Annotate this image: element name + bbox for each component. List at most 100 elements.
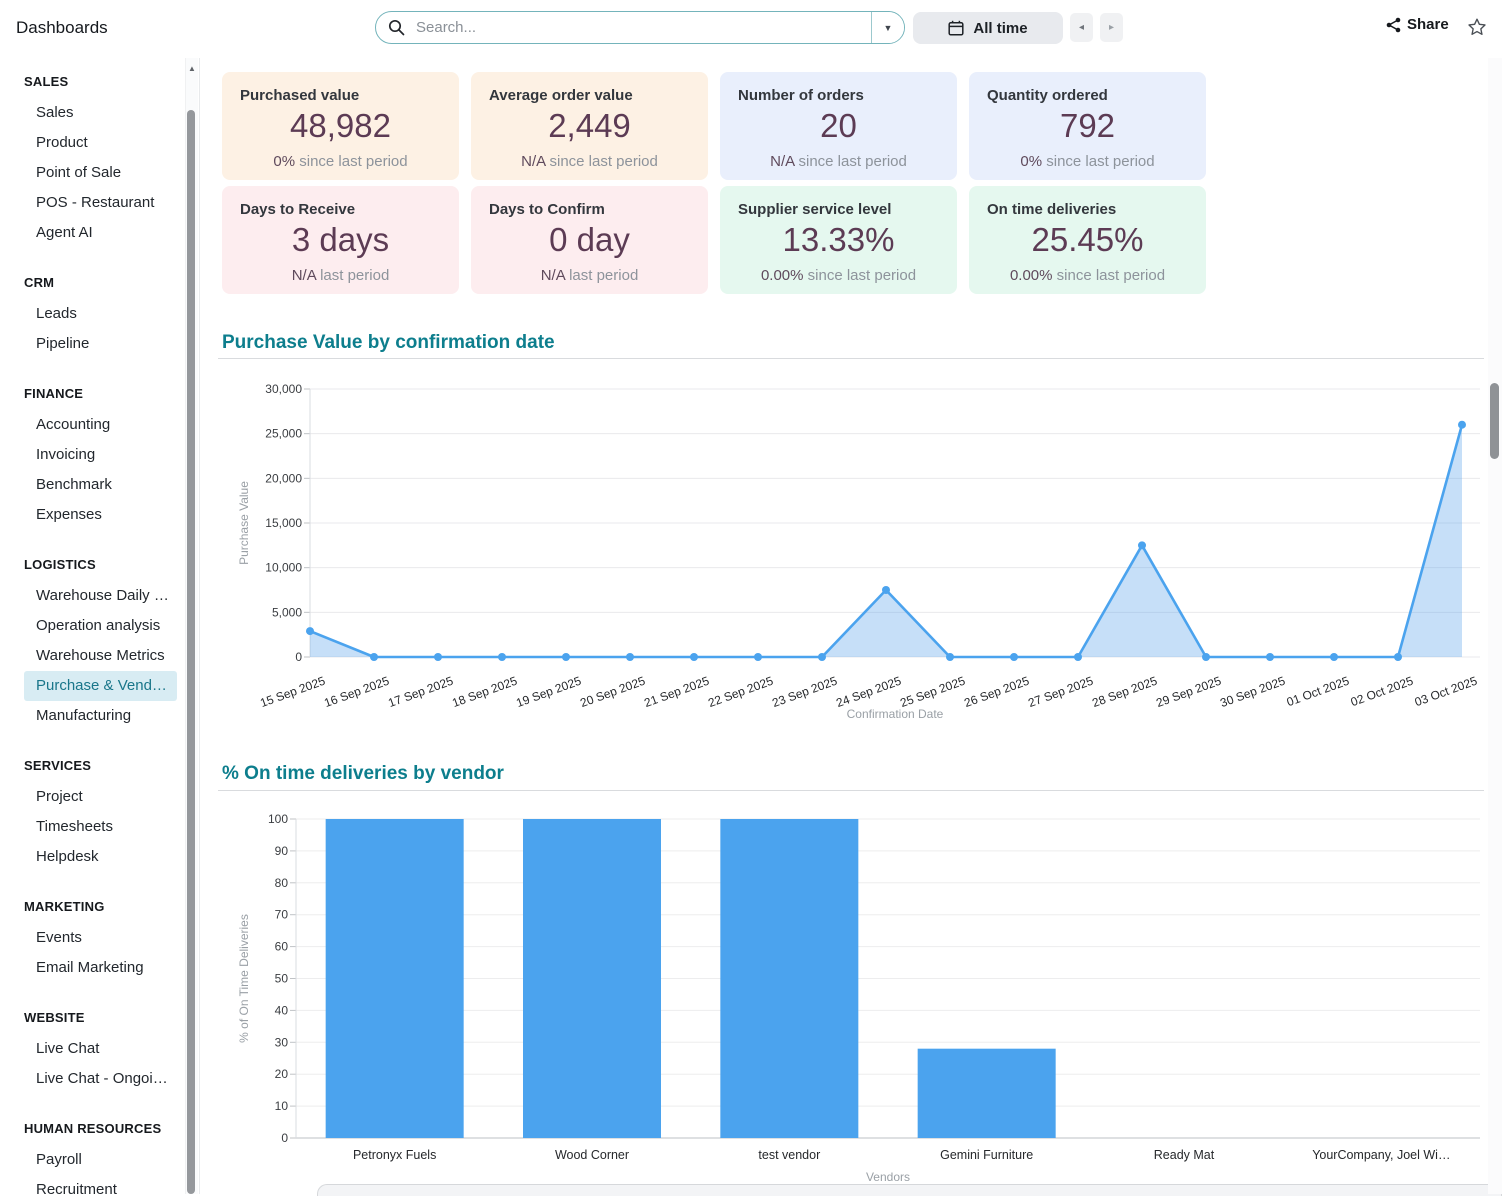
- sidebar-item-pipeline[interactable]: Pipeline: [24, 329, 177, 359]
- data-point[interactable]: [690, 653, 698, 661]
- search-input[interactable]: [416, 12, 871, 43]
- svg-text:90: 90: [275, 844, 289, 858]
- period-filter-button[interactable]: All time: [913, 12, 1063, 44]
- svg-text:0: 0: [295, 650, 302, 664]
- sidebar: SALES SalesProductPoint of SalePOS - Rest…: [0, 58, 200, 1194]
- sidebar-item-agent-ai[interactable]: Agent AI: [24, 218, 177, 248]
- sidebar-scroll-up-icon[interactable]: ▲: [187, 64, 197, 73]
- bar-gemini-furniture[interactable]: [918, 1049, 1056, 1138]
- star-icon: [1466, 26, 1488, 41]
- kpi-card-days-to-receive[interactable]: Days to Receive3 daysN/A last period: [222, 186, 459, 294]
- svg-text:Purchase Value: Purchase Value: [237, 481, 251, 565]
- sidebar-item-email-marketing[interactable]: Email Marketing: [24, 953, 177, 983]
- data-point[interactable]: [306, 627, 314, 635]
- sidebar-item-live-chat[interactable]: Live Chat: [24, 1034, 177, 1064]
- sidebar-item-operation-analysis[interactable]: Operation analysis: [24, 611, 177, 641]
- sidebar-item-benchmark[interactable]: Benchmark: [24, 470, 177, 500]
- data-point[interactable]: [1074, 653, 1082, 661]
- section-divider: [218, 358, 1484, 359]
- kpi-label: Average order value: [471, 72, 708, 104]
- svg-text:test vendor: test vendor: [758, 1148, 820, 1162]
- calendar-icon: [948, 20, 964, 36]
- sidebar-item-recruitment[interactable]: Recruitment: [24, 1175, 177, 1194]
- sidebar-item-helpdesk[interactable]: Helpdesk: [24, 842, 177, 872]
- kpi-card-number-of-orders[interactable]: Number of orders20N/A since last period: [720, 72, 957, 180]
- data-point[interactable]: [1394, 653, 1402, 661]
- data-point[interactable]: [882, 586, 890, 594]
- bar-wood-corner[interactable]: [523, 819, 661, 1138]
- sidebar-item-expenses[interactable]: Expenses: [24, 500, 177, 530]
- data-point[interactable]: [626, 653, 634, 661]
- page-title: Dashboards: [16, 18, 108, 38]
- next-widget-top-edge: [317, 1184, 1502, 1196]
- kpi-label: On time deliveries: [969, 186, 1206, 218]
- sidebar-item-events[interactable]: Events: [24, 923, 177, 953]
- sidebar-item-warehouse-metrics[interactable]: Warehouse Metrics: [24, 641, 177, 671]
- svg-text:20 Sep 2025: 20 Sep 2025: [578, 674, 647, 711]
- sidebar-section-header: FINANCE: [24, 386, 199, 401]
- sidebar-item-leads[interactable]: Leads: [24, 299, 177, 329]
- kpi-delta: 0% since last period: [969, 153, 1206, 170]
- data-point[interactable]: [818, 653, 826, 661]
- search-dropdown-toggle[interactable]: ▼: [871, 12, 904, 43]
- kpi-card-supplier-service-level[interactable]: Supplier service level13.33%0.00% since …: [720, 186, 957, 294]
- sidebar-item-purchase-vend[interactable]: Purchase & Vend…: [24, 671, 177, 701]
- kpi-card-days-to-confirm[interactable]: Days to Confirm0 dayN/A last period: [471, 186, 708, 294]
- data-point[interactable]: [1202, 653, 1210, 661]
- share-label: Share: [1407, 16, 1449, 33]
- sidebar-item-live-chat-ongoi[interactable]: Live Chat - Ongoi…: [24, 1064, 177, 1094]
- svg-text:30: 30: [275, 1035, 289, 1049]
- kpi-card-quantity-ordered[interactable]: Quantity ordered7920% since last period: [969, 72, 1206, 180]
- data-point[interactable]: [1266, 653, 1274, 661]
- svg-text:50: 50: [275, 972, 289, 986]
- data-point[interactable]: [498, 653, 506, 661]
- bar-petronyx-fuels[interactable]: [326, 819, 464, 1138]
- svg-text:03 Oct 2025: 03 Oct 2025: [1413, 674, 1480, 710]
- on-time-deliveries-by-vendor-chart[interactable]: 0102030405060708090100Petronyx FuelsWood…: [218, 800, 1488, 1194]
- data-point[interactable]: [754, 653, 762, 661]
- sidebar-item-project[interactable]: Project: [24, 782, 177, 812]
- svg-text:27 Sep 2025: 27 Sep 2025: [1026, 674, 1095, 711]
- data-point[interactable]: [1330, 653, 1338, 661]
- data-point[interactable]: [562, 653, 570, 661]
- data-point[interactable]: [434, 653, 442, 661]
- share-button[interactable]: Share: [1386, 16, 1449, 33]
- sidebar-item-accounting[interactable]: Accounting: [24, 410, 177, 440]
- sidebar-item-point-of-sale[interactable]: Point of Sale: [24, 158, 177, 188]
- kpi-delta-lead: N/A: [770, 153, 794, 170]
- sidebar-section-header: SALES: [24, 74, 199, 89]
- kpi-card-purchased-value[interactable]: Purchased value48,9820% since last perio…: [222, 72, 459, 180]
- sidebar-item-timesheets[interactable]: Timesheets: [24, 812, 177, 842]
- next-period-button[interactable]: ▸: [1100, 13, 1123, 42]
- kpi-card-average-order-value[interactable]: Average order value2,449N/A since last p…: [471, 72, 708, 180]
- purchase-value-by-confirmation-date-chart[interactable]: 05,00010,00015,00020,00025,00030,00015 S…: [218, 366, 1488, 738]
- svg-text:24 Sep 2025: 24 Sep 2025: [834, 674, 903, 711]
- sidebar-item-pos-restaurant[interactable]: POS - Restaurant: [24, 188, 177, 218]
- sidebar-item-invoicing[interactable]: Invoicing: [24, 440, 177, 470]
- sidebar-sections: SALES SalesProductPoint of SalePOS - Rest…: [0, 74, 199, 1194]
- chevron-left-icon: ◂: [1079, 22, 1084, 33]
- favorite-star-button[interactable]: [1465, 16, 1489, 40]
- sidebar-item-manufacturing[interactable]: Manufacturing: [24, 701, 177, 731]
- data-point[interactable]: [1138, 541, 1146, 549]
- kpi-label: Number of orders: [720, 72, 957, 104]
- caret-down-icon: ▼: [884, 23, 893, 33]
- data-point[interactable]: [1458, 421, 1466, 429]
- sidebar-item-payroll[interactable]: Payroll: [24, 1145, 177, 1175]
- section-title-on-time-deliveries: % On time deliveries by vendor: [222, 763, 504, 785]
- sidebar-item-sales[interactable]: Sales: [24, 98, 177, 128]
- data-point[interactable]: [1010, 653, 1018, 661]
- page-scrollbar-track[interactable]: [1488, 58, 1502, 1194]
- kpi-label: Days to Confirm: [471, 186, 708, 218]
- kpi-value: 13.33%: [720, 221, 957, 259]
- sidebar-scrollbar-thumb[interactable]: [187, 110, 195, 1194]
- sidebar-item-product[interactable]: Product: [24, 128, 177, 158]
- bar-test-vendor[interactable]: [720, 819, 858, 1138]
- data-point[interactable]: [946, 653, 954, 661]
- data-point[interactable]: [370, 653, 378, 661]
- sidebar-item-warehouse-daily[interactable]: Warehouse Daily …: [24, 581, 177, 611]
- svg-text:Wood Corner: Wood Corner: [555, 1148, 629, 1162]
- previous-period-button[interactable]: ◂: [1070, 13, 1093, 42]
- kpi-card-on-time-deliveries[interactable]: On time deliveries25.45%0.00% since last…: [969, 186, 1206, 294]
- page-scrollbar-thumb[interactable]: [1490, 383, 1499, 459]
